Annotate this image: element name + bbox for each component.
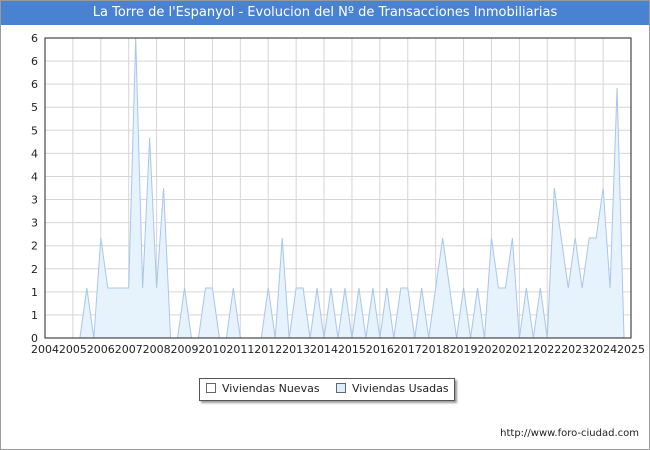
legend-label-nuevas: Viviendas Nuevas: [222, 382, 320, 395]
y-tick-label: 5: [31, 101, 38, 114]
x-tick-label: 2018: [422, 343, 450, 356]
y-axis-ticks: 01122334455666: [31, 32, 38, 345]
y-tick-label: 2: [31, 240, 38, 253]
x-tick-label: 2024: [589, 343, 617, 356]
legend-label-usadas: Viviendas Usadas: [352, 382, 449, 395]
x-tick-label: 2014: [310, 343, 338, 356]
y-tick-label: 6: [31, 32, 38, 45]
legend-swatch-nuevas: [206, 383, 216, 393]
y-tick-label: 3: [31, 194, 38, 207]
legend-swatch-usadas: [336, 383, 346, 393]
x-tick-label: 2017: [394, 343, 422, 356]
x-tick-label: 2007: [115, 343, 143, 356]
legend: Viviendas Nuevas Viviendas Usadas: [199, 378, 455, 401]
y-tick-label: 6: [31, 55, 38, 68]
chart-frame: La Torre de l'Espanyol - Evolucion del N…: [0, 0, 650, 450]
x-tick-label: 2025: [617, 343, 645, 356]
x-tick-label: 2005: [59, 343, 87, 356]
x-tick-label: 2015: [338, 343, 366, 356]
x-tick-label: 2009: [171, 343, 199, 356]
x-tick-label: 2019: [450, 343, 478, 356]
x-tick-label: 2020: [477, 343, 505, 356]
x-tick-label: 2004: [31, 343, 59, 356]
x-tick-label: 2010: [198, 343, 226, 356]
series-usadas-area: [79, 38, 631, 338]
y-tick-label: 6: [31, 78, 38, 91]
x-tick-label: 2022: [533, 343, 561, 356]
x-tick-label: 2021: [505, 343, 533, 356]
x-tick-label: 2008: [143, 343, 171, 356]
x-tick-label: 2006: [87, 343, 115, 356]
y-tick-label: 2: [31, 263, 38, 276]
y-tick-label: 5: [31, 124, 38, 137]
source-url[interactable]: http://www.foro-ciudad.com: [500, 428, 639, 439]
x-tick-label: 2023: [561, 343, 589, 356]
y-tick-label: 1: [31, 286, 38, 299]
y-tick-label: 4: [31, 147, 38, 160]
x-tick-label: 2013: [282, 343, 310, 356]
x-tick-label: 2011: [226, 343, 254, 356]
x-axis-ticks: 2004 2005 2006 2007 2008 2009 2010 2011 2012 2013…: [31, 343, 645, 356]
x-tick-label: 2012: [254, 343, 282, 356]
series-area: [79, 37, 631, 339]
y-tick-label: 4: [31, 170, 38, 183]
y-tick-label: 1: [31, 309, 38, 322]
y-tick-label: 3: [31, 217, 38, 230]
x-tick-label: 2016: [366, 343, 394, 356]
